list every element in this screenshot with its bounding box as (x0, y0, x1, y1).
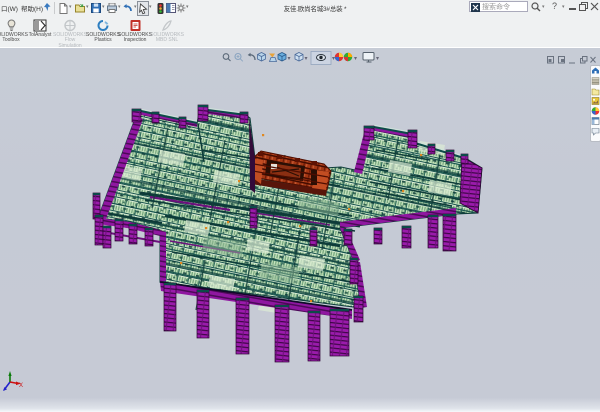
svg-text:▾: ▾ (354, 56, 357, 62)
svg-text:X: X (19, 383, 23, 389)
svg-text:▾: ▾ (288, 56, 291, 62)
svg-text:▾: ▾ (376, 56, 379, 62)
svg-text:▾: ▾ (305, 56, 308, 62)
svg-text:▾: ▾ (332, 56, 335, 62)
